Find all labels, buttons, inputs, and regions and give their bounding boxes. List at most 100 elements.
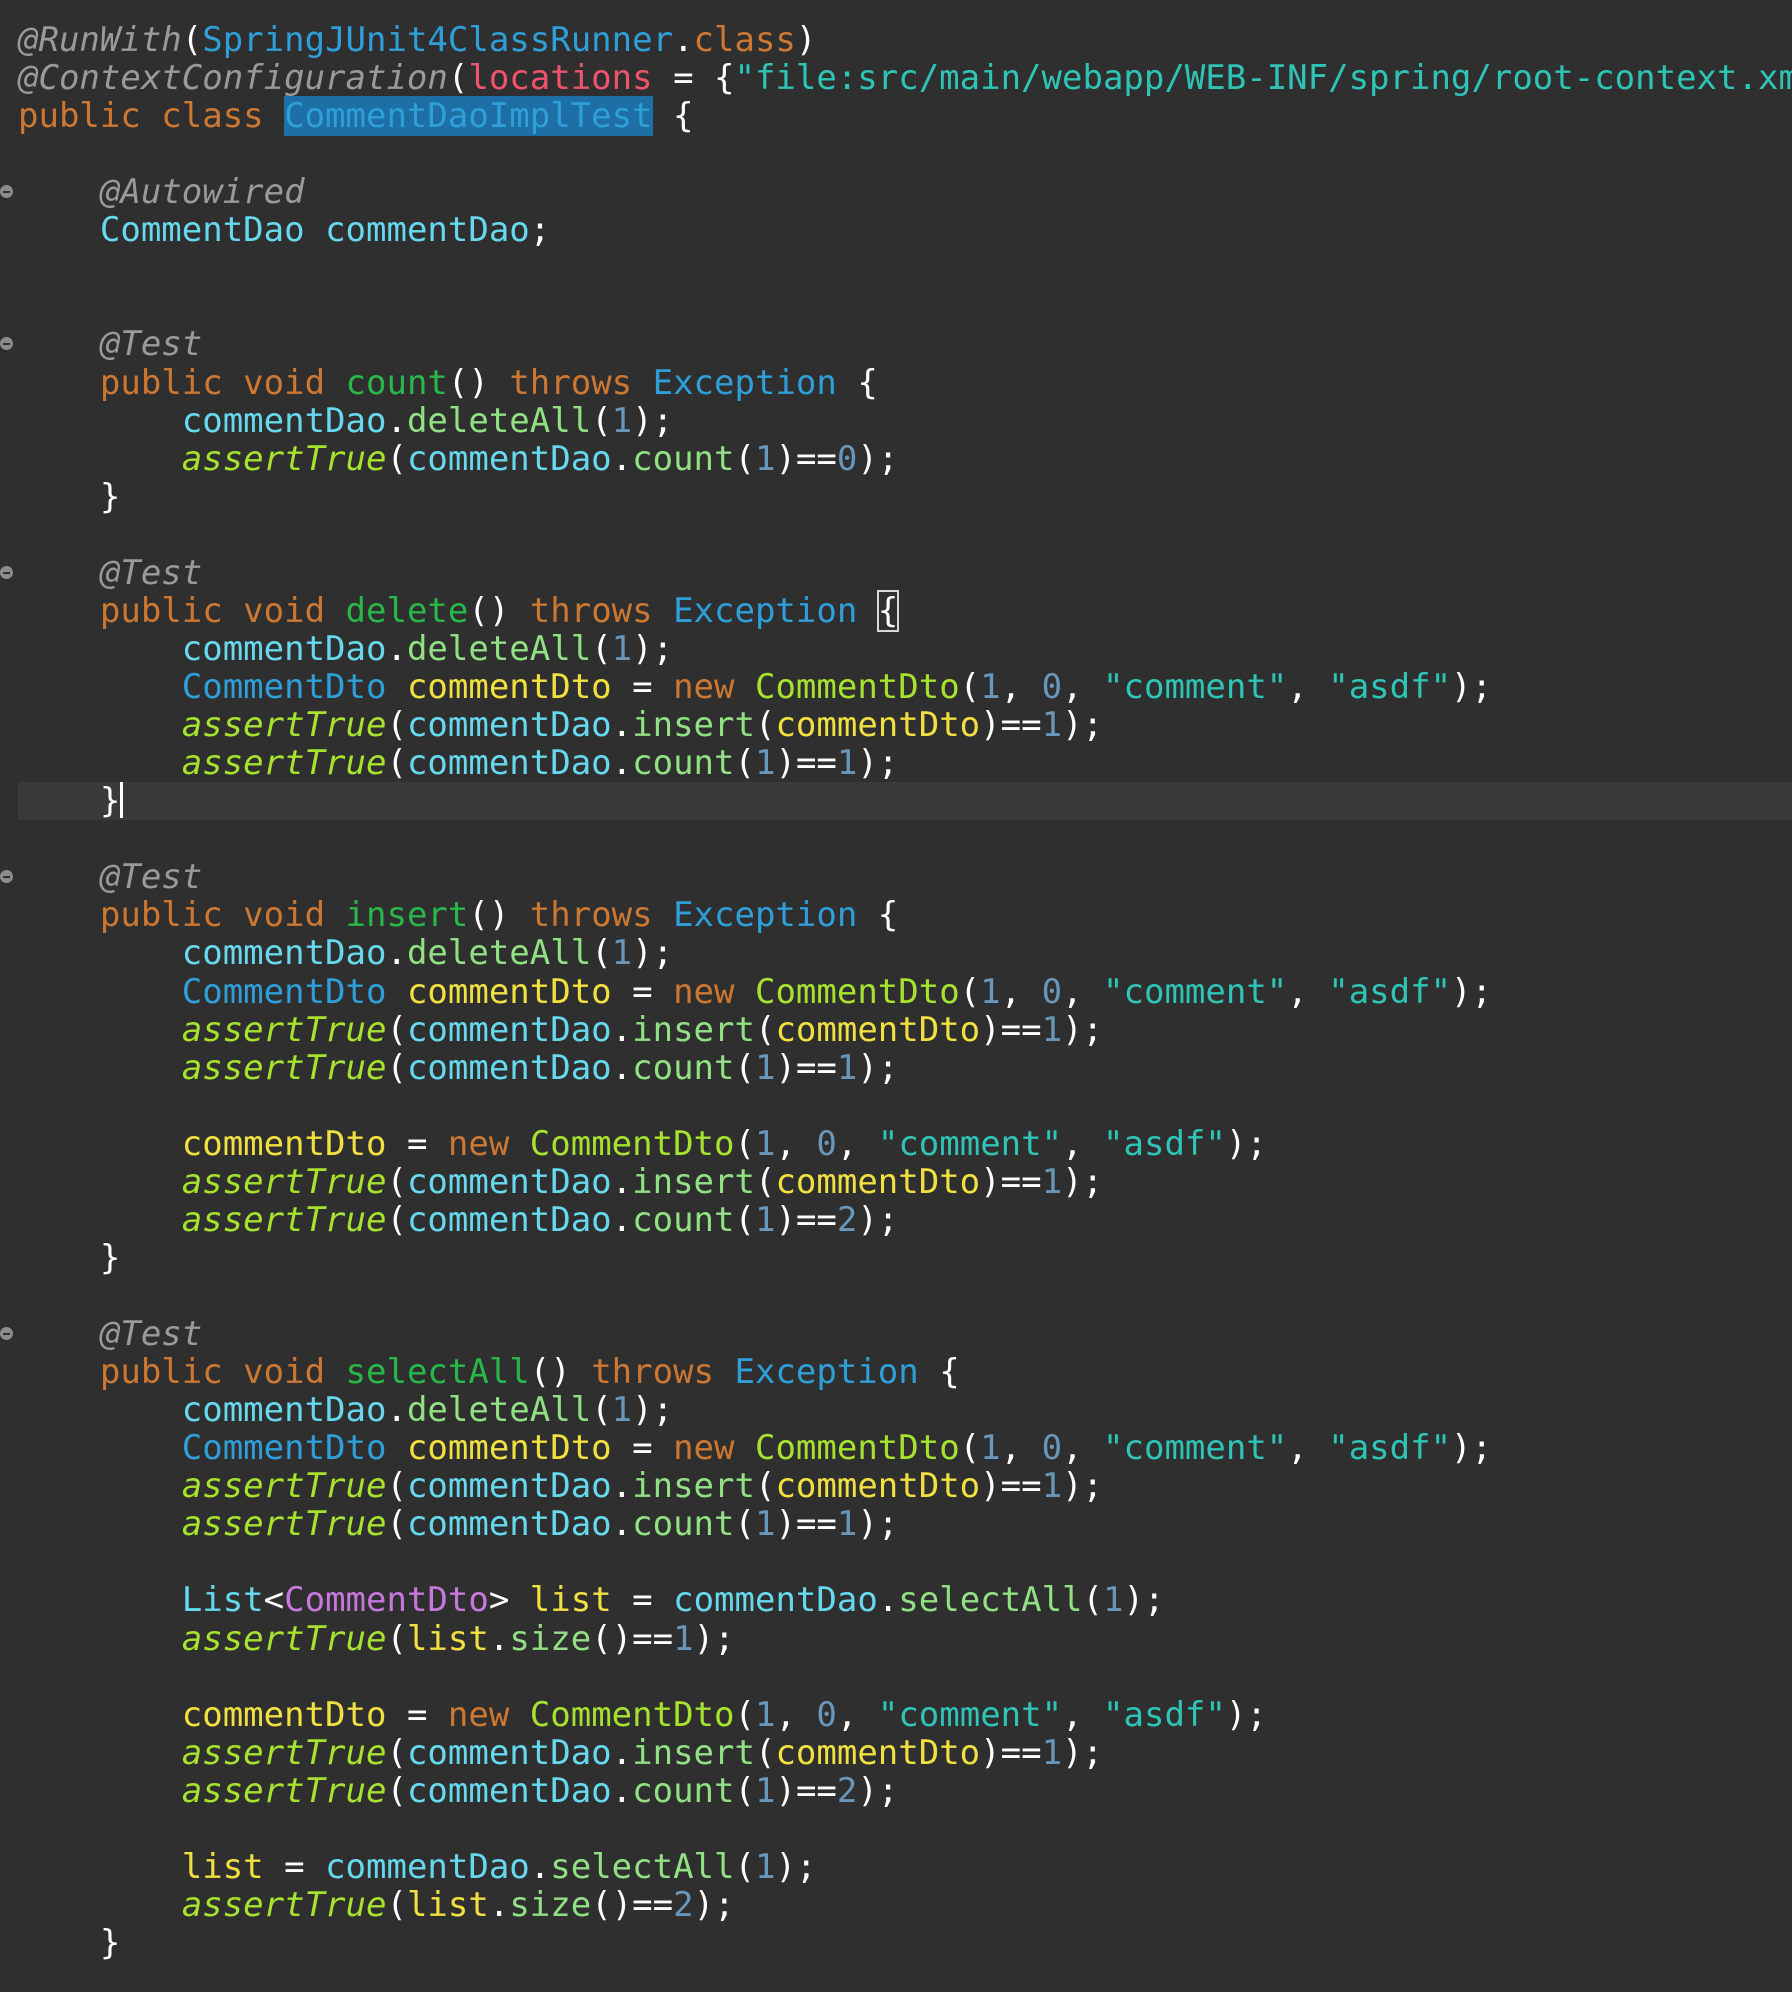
fold-toggle-icon[interactable] (0, 870, 13, 884)
code-line[interactable]: assertTrue(commentDao.insert(commentDto)… (18, 1734, 1103, 1772)
code-line[interactable]: List<CommentDto> list = commentDao.selec… (18, 1580, 1165, 1621)
code-line[interactable]: commentDao.deleteAll(1); (18, 934, 673, 972)
code-token: ( (734, 438, 755, 479)
code-token: count (632, 1047, 735, 1088)
code-line[interactable]: CommentDao commentDao; (18, 211, 550, 249)
code-token: commentDao (406, 1161, 612, 1202)
code-token: delete (345, 590, 469, 631)
code-line[interactable]: CommentDto commentDto = new CommentDto(1… (18, 668, 1492, 706)
code-token: > (488, 1580, 530, 1621)
code-token: < (263, 1580, 285, 1621)
code-token: ); (857, 1047, 899, 1088)
code-token: ); (857, 743, 899, 784)
code-token: ); (1062, 1732, 1104, 1773)
code-token: ) (795, 20, 817, 60)
code-token: ( (734, 743, 755, 784)
code-token: . (611, 743, 633, 784)
code-line[interactable]: list = commentDao.selectAll(1); (18, 1848, 817, 1886)
code-token: ( (734, 1504, 755, 1545)
code-line[interactable]: assertTrue(commentDao.insert(commentDto)… (18, 1011, 1103, 1049)
code-line[interactable]: public void delete() throws Exception { (18, 589, 900, 632)
code-line[interactable]: @Test (18, 325, 202, 363)
code-line[interactable]: @Test (18, 554, 202, 592)
code-token: 1 (1041, 1466, 1063, 1507)
code-line[interactable]: assertTrue(commentDao.count(1)==0); (18, 438, 899, 479)
code-token: 0 (836, 438, 858, 479)
code-line[interactable]: @ContextConfiguration(locations = {"file… (18, 59, 1792, 97)
code-token: ( (754, 1009, 776, 1050)
fold-toggle-icon[interactable] (0, 185, 13, 199)
code-line[interactable]: commentDao.deleteAll(1); (18, 1391, 673, 1429)
code-token: "asdf" (1328, 667, 1452, 708)
code-token: ( (734, 1047, 755, 1088)
code-token: count (632, 1770, 735, 1811)
code-token: )== (980, 1466, 1042, 1507)
code-line[interactable]: assertTrue(commentDao.count(1)==1); (18, 1504, 899, 1545)
code-token: selectAll (345, 1352, 530, 1393)
code-line[interactable]: commentDao.deleteAll(1); (18, 402, 673, 440)
code-line[interactable]: assertTrue(commentDao.count(1)==2); (18, 1199, 899, 1240)
code-token: List (181, 1580, 264, 1621)
matching-bracket: { (876, 589, 900, 632)
code-line[interactable]: } (18, 478, 120, 516)
fold-toggle-icon[interactable] (0, 337, 13, 351)
code-line[interactable]: assertTrue(commentDao.count(1)==2); (18, 1770, 899, 1811)
code-token: = (386, 1694, 448, 1735)
code-token: ( (181, 20, 203, 60)
code-token: 1 (754, 438, 776, 479)
code-line[interactable]: } (18, 1239, 120, 1277)
code-token: assertTrue (181, 1466, 387, 1507)
code-token: , (1062, 971, 1104, 1012)
code-line[interactable]: @Autowired (18, 173, 305, 211)
code-token: ( (959, 971, 981, 1012)
code-line[interactable]: public void selectAll() throws Exception… (18, 1353, 960, 1391)
code-token: "comment" (877, 1123, 1063, 1164)
code-line[interactable]: assertTrue(commentDao.count(1)==1); (18, 1047, 899, 1088)
code-token: count (632, 1199, 735, 1240)
code-line[interactable]: assertTrue(commentDao.insert(commentDto)… (18, 1163, 1103, 1201)
code-token: ( (734, 1770, 755, 1811)
code-token: deleteAll (406, 933, 592, 974)
code-token: () (468, 590, 530, 631)
code-line[interactable]: commentDto = new CommentDto(1, 0, "comme… (18, 1125, 1267, 1163)
fold-toggle-icon[interactable] (0, 1327, 13, 1341)
code-line[interactable]: CommentDto commentDto = new CommentDto(1… (18, 1429, 1492, 1467)
code-line[interactable]: commentDto = new CommentDto(1, 0, "comme… (18, 1696, 1267, 1734)
code-token: assertTrue (181, 743, 387, 784)
code-line[interactable]: @Test (18, 858, 202, 896)
code-line[interactable]: } (18, 1924, 120, 1962)
code-token: 1 (754, 1770, 776, 1811)
code-token: ); (1062, 1161, 1104, 1202)
code-line[interactable]: assertTrue(commentDao.count(1)==1); (18, 743, 899, 784)
fold-toggle-icon[interactable] (0, 565, 13, 579)
code-token: . (611, 1504, 633, 1545)
code-token: Exception (673, 895, 858, 936)
code-line[interactable]: public void insert() throws Exception { (18, 896, 898, 934)
code-token: assertTrue (181, 1618, 387, 1659)
code-token: commentDao (181, 628, 387, 669)
code-token: = (386, 1123, 448, 1164)
code-line[interactable]: assertTrue(list.size()==1); (18, 1620, 735, 1658)
code-token: count (632, 438, 735, 479)
code-token: 1 (836, 1047, 858, 1088)
code-token: ( (959, 667, 981, 708)
code-token: = (611, 1580, 674, 1621)
code-line[interactable]: assertTrue(list.size()==2); (18, 1886, 735, 1924)
code-token: ( (447, 58, 469, 99)
code-line[interactable]: public class CommentDaoImplTest { (18, 96, 694, 137)
code-line[interactable]: @Test (18, 1315, 202, 1353)
code-line[interactable]: CommentDto commentDto = new CommentDto(1… (18, 973, 1492, 1011)
code-token: commentDao (406, 1504, 612, 1545)
code-line[interactable]: commentDao.deleteAll(1); (18, 630, 673, 668)
code-line[interactable]: assertTrue(commentDao.insert(commentDto)… (18, 706, 1103, 744)
code-editor[interactable]: @RunWith(SpringJUnit4ClassRunner.class) @… (0, 0, 1792, 1992)
code-token: { (836, 362, 878, 403)
code-line[interactable]: public void count() throws Exception { (18, 364, 878, 402)
code-line[interactable]: @RunWith(SpringJUnit4ClassRunner.class) (18, 21, 816, 59)
code-line[interactable]: } (18, 782, 124, 820)
code-line[interactable]: assertTrue(commentDao.insert(commentDto)… (18, 1467, 1103, 1505)
code-token: } (18, 1923, 121, 1963)
